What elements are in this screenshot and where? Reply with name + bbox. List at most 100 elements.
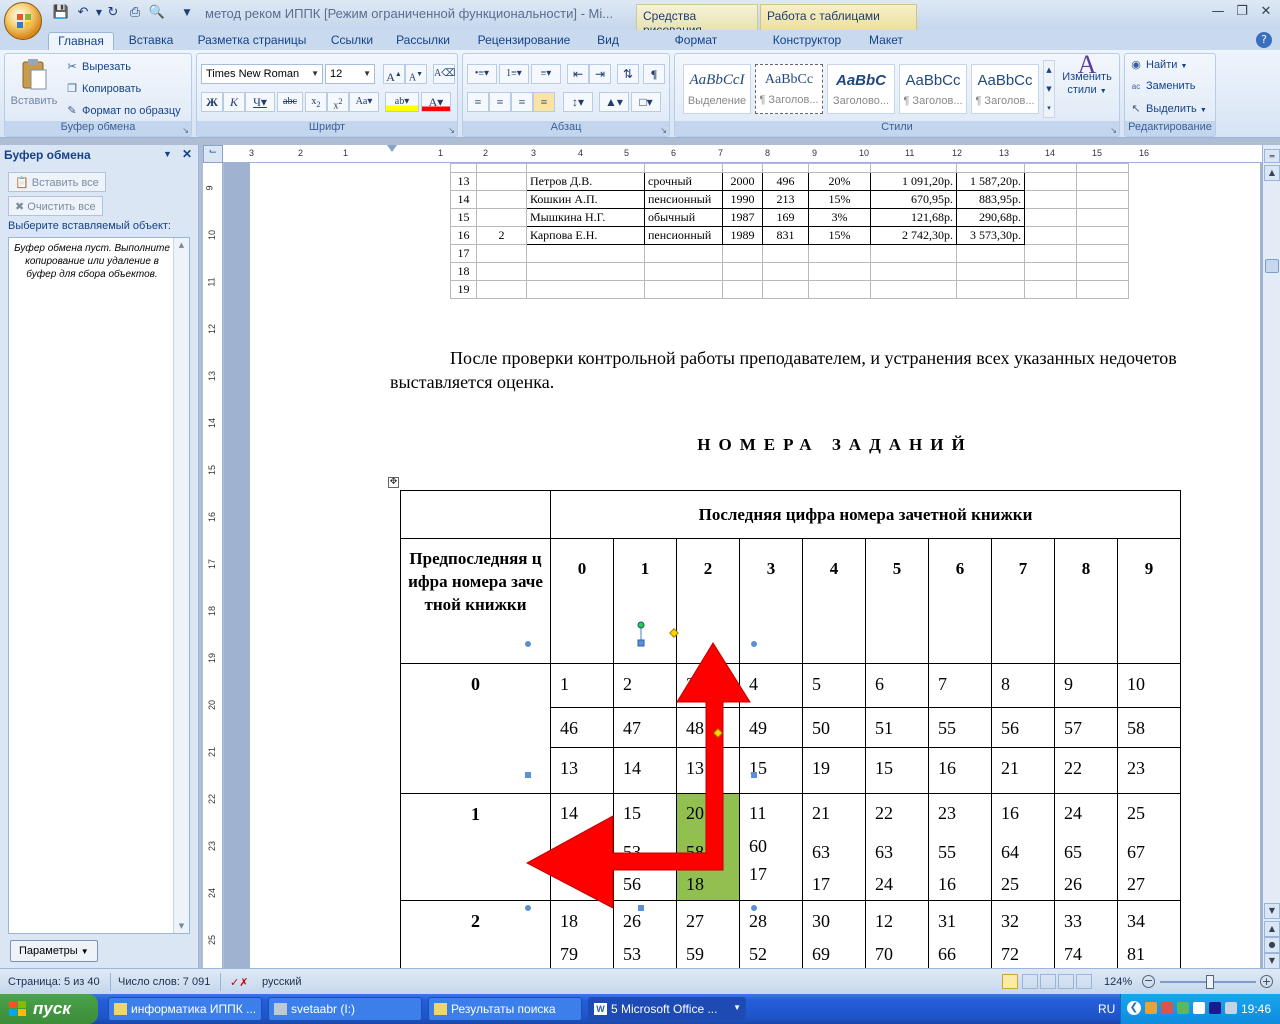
justify-icon[interactable]: ≡ [533,92,555,112]
copy-button[interactable]: ❐ Копировать [65,82,141,95]
tab-design[interactable]: Конструктор [764,32,850,50]
dialog-launcher-icon[interactable]: ↘ [1110,126,1117,135]
split-icon[interactable]: ═ [1264,149,1280,163]
font-color-button[interactable]: A▾ [421,92,451,112]
font-name-combo[interactable]: Times New Roman ▼ [201,64,323,84]
select-button[interactable]: ↖ Выделить ▼ [1129,102,1206,115]
resize-handle[interactable] [637,639,645,647]
strikethrough-button[interactable]: abc [277,92,303,112]
align-right-icon[interactable]: ≡ [511,92,533,112]
outline-view-icon[interactable] [1058,974,1074,989]
print-layout-view-icon[interactable] [1002,974,1018,989]
tray-app-icon[interactable] [1145,1002,1157,1014]
page-counter[interactable]: Страница: 5 из 40 [8,976,100,988]
format-painter-button[interactable]: ✎ Формат по образцу [65,104,180,117]
sort-icon[interactable]: ⇅ [617,64,639,84]
line-spacing-icon[interactable]: ↕▾ [563,92,593,112]
spellcheck-icon[interactable]: ✓✗ [230,976,248,989]
zoom-in-icon[interactable]: + [1260,975,1273,988]
styles-scroll[interactable]: ▲ ▼ ▾ [1043,60,1055,118]
tab-selector-icon[interactable]: ⌙ [203,145,223,163]
subscript-button[interactable]: x2 [305,92,327,112]
full-screen-reading-icon[interactable] [1022,974,1038,989]
numbering-icon[interactable]: 1≡▾ [499,64,529,84]
taskbar-item-word[interactable]: W 5 Microsoft Office ... ▼ [588,997,746,1021]
tray-app-icon[interactable] [1161,1002,1173,1014]
find-button[interactable]: ◉ Найти ▼ [1129,58,1187,71]
show-marks-icon[interactable]: ¶ [643,64,665,84]
tab-insert[interactable]: Вставка [122,32,180,50]
resize-handle[interactable] [751,905,757,911]
align-left-icon[interactable]: ≡ [467,92,489,112]
shrink-font-button[interactable]: A▼ [405,64,427,84]
media-player-icon[interactable] [1209,1002,1221,1014]
browse-object-icon[interactable]: ● [1264,937,1280,953]
zoom-level[interactable]: 124% [1104,976,1132,988]
clear-all-button[interactable]: ✖ Очистить все [8,196,103,216]
tab-review[interactable]: Рецензирование [466,32,582,50]
grow-font-button[interactable]: A▲ [383,64,405,84]
help-icon[interactable]: ? [1256,32,1272,48]
cut-button[interactable]: ✂ Вырезать [65,60,131,73]
style-heading-4[interactable]: AaBbCc ¶ Заголов... [971,64,1039,114]
style-heading-2[interactable]: AaBbC Заголово... [827,64,895,114]
tab-format[interactable]: Формат [660,32,732,50]
tray-expand-icon[interactable]: ❮ [1127,1001,1141,1015]
change-case-button[interactable]: Aa▾ [349,92,379,112]
rotate-handle[interactable] [637,621,645,629]
resize-handle[interactable] [525,641,531,647]
decrease-indent-icon[interactable]: ⇤ [567,64,589,84]
clipboard-scrollbar[interactable]: ▲ ▼ [173,238,189,933]
print-preview-icon[interactable]: 🔍 [148,4,166,22]
tray-app-icon[interactable] [1193,1002,1205,1014]
language-indicator[interactable]: RU [1098,1002,1115,1016]
dialog-launcher-icon[interactable]: ↘ [182,126,189,135]
dialog-launcher-icon[interactable]: ↘ [448,126,455,135]
minimize-icon[interactable]: — [1206,4,1230,22]
adjust-handle[interactable] [669,628,679,638]
draft-view-icon[interactable] [1076,974,1092,989]
superscript-button[interactable]: x2 [327,92,349,112]
redo-icon[interactable]: ↻ [104,4,122,22]
replace-button[interactable]: ac Заменить [1129,80,1196,92]
language-indicator[interactable]: русский [262,976,301,988]
scroll-up-icon[interactable]: ▲ [174,241,189,249]
scroll-up-icon[interactable]: ▲ [1264,165,1280,181]
scroll-down-icon[interactable]: ▼ [174,922,189,930]
options-button[interactable]: Параметры ▼ [10,940,98,962]
close-icon[interactable]: ✕ [1254,4,1278,22]
increase-indent-icon[interactable]: ⇥ [589,64,611,84]
change-styles-button[interactable]: A Изменить стили ▼ [1059,52,1115,98]
italic-button[interactable]: К [223,92,245,112]
align-center-icon[interactable]: ≡ [489,92,511,112]
horizontal-ruler[interactable]: 3 2 1 1 2 3 4 5 6 7 8 9 10 11 12 13 14 15 16 [203,145,1263,163]
document-page[interactable]: 13 Петров Д.В. срочный 2000 496 20% 1 091,20р.… [250,163,1260,968]
start-button[interactable]: пуск [0,994,98,1024]
borders-icon[interactable]: □▾ [631,92,661,112]
bullets-icon[interactable]: •≡▾ [467,64,497,84]
qat-customize-icon[interactable]: ▼ [178,4,196,22]
paste-button[interactable]: Вставить [9,58,59,107]
previous-page-icon[interactable]: ▲ [1264,921,1280,937]
restore-icon[interactable]: ❐ [1230,4,1254,22]
zoom-slider-thumb[interactable] [1206,975,1214,989]
scroll-thumb[interactable] [1265,259,1279,273]
clear-format-icon[interactable]: A⌫ [433,64,455,84]
web-layout-icon[interactable] [1040,974,1056,989]
word-count[interactable]: Число слов: 7 091 [118,976,210,988]
tab-home[interactable]: Главная [48,32,114,50]
office-button[interactable] [4,2,42,40]
underline-button[interactable]: Ч▾ [245,92,275,112]
tab-layout[interactable]: Макет [860,32,912,50]
resize-handle[interactable] [525,905,531,911]
resize-handle[interactable] [525,772,531,778]
volume-icon[interactable] [1225,1002,1237,1014]
tab-page-layout[interactable]: Разметка страницы [190,32,314,50]
style-heading-1[interactable]: AaBbCc ¶ Заголов... [755,64,823,114]
indent-marker[interactable] [387,145,397,152]
multilevel-list-icon[interactable]: ≡▾ [531,64,561,84]
style-emphasis[interactable]: AaBbCcI Выделение [683,64,751,114]
vertical-ruler[interactable]: 9 10 11 12 13 14 15 16 17 18 19 20 21 22 23 24 25 [203,163,223,968]
taskbar-item-folder[interactable]: информатика ИППК ... [108,997,262,1021]
highlight-button[interactable]: ab▾ [385,92,419,112]
